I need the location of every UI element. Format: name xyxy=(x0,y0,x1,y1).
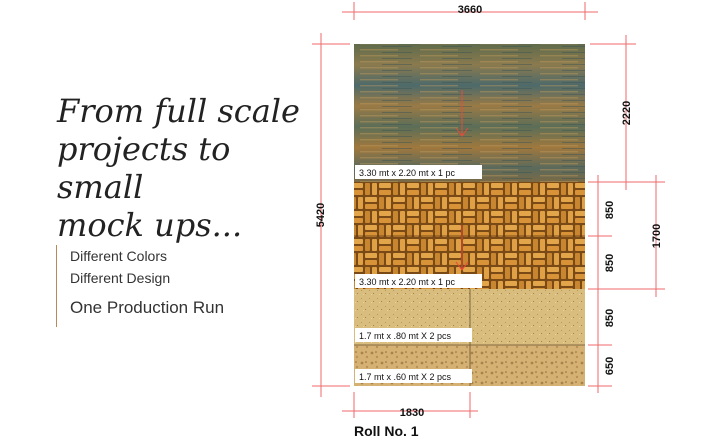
section-2-label: 3.30 mt x 2.20 mt x 1 pc xyxy=(359,277,456,287)
section-wood-panel xyxy=(354,44,585,182)
roll-label: Roll No. 1 xyxy=(354,423,419,438)
dim-section3-height: 850 xyxy=(604,309,616,327)
dim-section2-total: 1700 xyxy=(651,224,663,248)
dim-total-height: 5420 xyxy=(315,203,327,227)
dim-section2a-height: 850 xyxy=(604,201,616,219)
dim-section1-height: 2220 xyxy=(621,101,633,125)
section-1-label: 3.30 mt x 2.20 mt x 1 pc xyxy=(359,168,456,178)
dim-bottom-width: 1830 xyxy=(400,407,424,419)
dim-section4-height: 650 xyxy=(604,357,616,375)
dim-section2b-height: 850 xyxy=(604,254,616,272)
section-weave-panel xyxy=(354,182,585,289)
dim-top-width: 3660 xyxy=(458,4,482,16)
section-4-label: 1.7 mt x .60 mt X 2 pcs xyxy=(359,372,452,382)
section-3-label: 1.7 mt x .80 mt X 2 pcs xyxy=(359,331,452,341)
roll-layout-drawing: 3660 5420 2220 850 850 1700 850 650 1830… xyxy=(312,2,665,438)
